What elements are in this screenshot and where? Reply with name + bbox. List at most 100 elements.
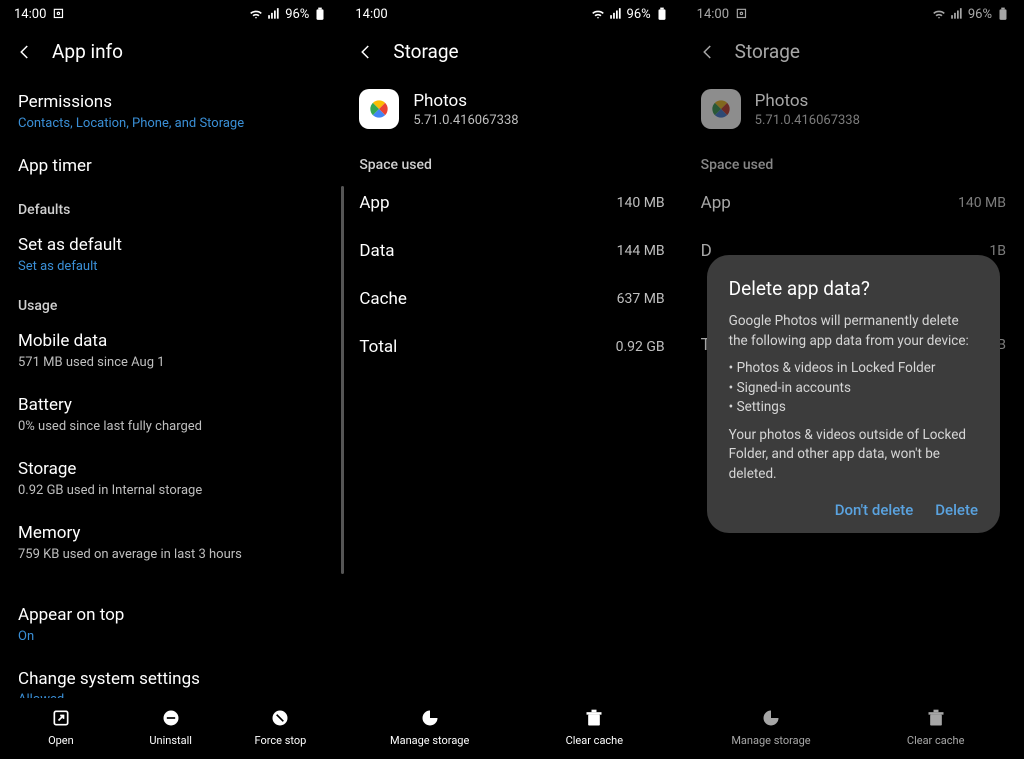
bottom-bar: Open Uninstall Force stop [0, 698, 341, 759]
item-mobiledata[interactable]: Mobile data 571 MB used since Aug 1 [0, 320, 341, 384]
dialog-li: Settings [729, 398, 978, 418]
manage-storage-icon [420, 708, 440, 728]
google-photos-logo-icon [708, 96, 734, 122]
item-title: Battery [18, 394, 323, 417]
status-time: 14:00 [355, 7, 387, 22]
section-usage: Usage [0, 288, 341, 320]
screen-storage-dialog: 14:00 96% Storage Photos 5.71.0.41606733… [683, 0, 1024, 759]
screenshot-icon [735, 7, 749, 21]
label: Clear cache [566, 734, 624, 747]
screen-app-info: 14:00 96% App info Permissions Contacts,… [0, 0, 341, 759]
row-label: App [359, 193, 389, 213]
label: Manage storage [390, 734, 469, 747]
row-value: 1B [989, 243, 1006, 259]
row-value: 144 MB [617, 243, 665, 259]
battery-icon [313, 7, 327, 21]
row-value: 0.92 GB [616, 339, 665, 355]
item-title: App timer [18, 155, 323, 178]
label: Force stop [255, 734, 307, 747]
item-sub: Contacts, Location, Phone, and Storage [18, 116, 323, 131]
photos-icon [701, 89, 741, 129]
bottom-bar: Manage storage Clear cache [683, 698, 1024, 759]
row-data: Data 144 MB [341, 227, 682, 275]
app-version: 5.71.0.416067338 [413, 113, 518, 128]
google-photos-logo-icon [366, 96, 392, 122]
manage-storage-button[interactable]: Manage storage [689, 708, 854, 747]
app-version: 5.71.0.416067338 [755, 113, 860, 128]
status-bar: 14:00 96% [341, 0, 682, 28]
manage-storage-icon [761, 708, 781, 728]
item-sub: Set as default [18, 259, 323, 274]
screenshot-icon [52, 7, 66, 21]
dialog-title: Delete app data? [729, 277, 978, 300]
dialog-p2: Your photos & videos outside of Locked F… [729, 426, 978, 485]
photos-icon [359, 89, 399, 129]
item-sub: 571 MB used since Aug 1 [18, 355, 323, 370]
row-app: App 140 MB [683, 179, 1024, 227]
item-title: Appear on top [18, 604, 323, 627]
status-bar: 14:00 96% [0, 0, 341, 28]
status-time: 14:00 [697, 7, 729, 22]
row-value: 140 MB [617, 195, 665, 211]
item-permissions[interactable]: Permissions Contacts, Location, Phone, a… [0, 81, 341, 145]
item-storage[interactable]: Storage 0.92 GB used in Internal storage [0, 448, 341, 512]
back-icon[interactable] [357, 43, 375, 61]
app-row: Photos 5.71.0.416067338 [683, 81, 1024, 147]
header: App info [0, 28, 341, 81]
item-sub: 759 KB used on average in last 3 hours [18, 547, 323, 562]
uninstall-icon [161, 708, 181, 728]
bottom-bar: Manage storage Clear cache [341, 698, 682, 759]
item-appearontop[interactable]: Appear on top On [0, 594, 341, 658]
page-title: App info [52, 40, 123, 63]
row-value: 140 MB [958, 195, 1006, 211]
row-value: 637 MB [617, 291, 665, 307]
row-label: D [701, 241, 712, 261]
app-name: Photos [755, 91, 860, 111]
item-title: Permissions [18, 91, 323, 114]
delete-button[interactable]: Delete [935, 501, 978, 519]
item-title: Set as default [18, 234, 323, 257]
signal-icon [609, 7, 623, 21]
item-memory[interactable]: Memory 759 KB used on average in last 3 … [0, 512, 341, 576]
back-icon[interactable] [699, 43, 717, 61]
dialog-li: Signed-in accounts [729, 379, 978, 399]
label: Open [48, 734, 74, 747]
page-title: Storage [735, 40, 800, 63]
label: Uninstall [149, 734, 192, 747]
status-battery: 96% [968, 7, 992, 22]
row-label: Data [359, 241, 394, 261]
forcestop-button[interactable]: Force stop [226, 708, 336, 747]
section-space: Space used [341, 147, 682, 179]
dont-delete-button[interactable]: Don't delete [835, 501, 914, 519]
battery-icon [655, 7, 669, 21]
screen-storage: 14:00 96% Storage Photos 5.71.0.41606733… [341, 0, 682, 759]
page-title: Storage [393, 40, 458, 63]
dialog-li: Photos & videos in Locked Folder [729, 359, 978, 379]
header: Storage [341, 28, 682, 81]
clear-cache-button[interactable]: Clear cache [853, 708, 1018, 747]
item-sub: 0.92 GB used in Internal storage [18, 483, 323, 498]
item-battery[interactable]: Battery 0% used since last fully charged [0, 384, 341, 448]
item-changesys[interactable]: Change system settings Allowed [0, 658, 341, 699]
open-icon [51, 708, 71, 728]
manage-storage-button[interactable]: Manage storage [347, 708, 512, 747]
header: Storage [683, 28, 1024, 81]
status-bar: 14:00 96% [683, 0, 1024, 28]
item-apptimer[interactable]: App timer [0, 145, 341, 192]
section-defaults: Defaults [0, 192, 341, 224]
status-battery: 96% [627, 7, 651, 22]
row-total: Total 0.92 GB [341, 323, 682, 371]
uninstall-button[interactable]: Uninstall [116, 708, 226, 747]
back-icon[interactable] [16, 43, 34, 61]
wifi-icon [591, 7, 605, 21]
clear-cache-button[interactable]: Clear cache [512, 708, 677, 747]
item-title: Memory [18, 522, 323, 545]
app-name: Photos [413, 91, 518, 111]
open-button[interactable]: Open [6, 708, 116, 747]
item-sub: 0% used since last fully charged [18, 419, 323, 434]
item-setdefault[interactable]: Set as default Set as default [0, 224, 341, 288]
wifi-icon [932, 7, 946, 21]
dialog-body: Google Photos will permanently delete th… [729, 312, 978, 485]
row-cache: Cache 637 MB [341, 275, 682, 323]
item-title: Mobile data [18, 330, 323, 353]
